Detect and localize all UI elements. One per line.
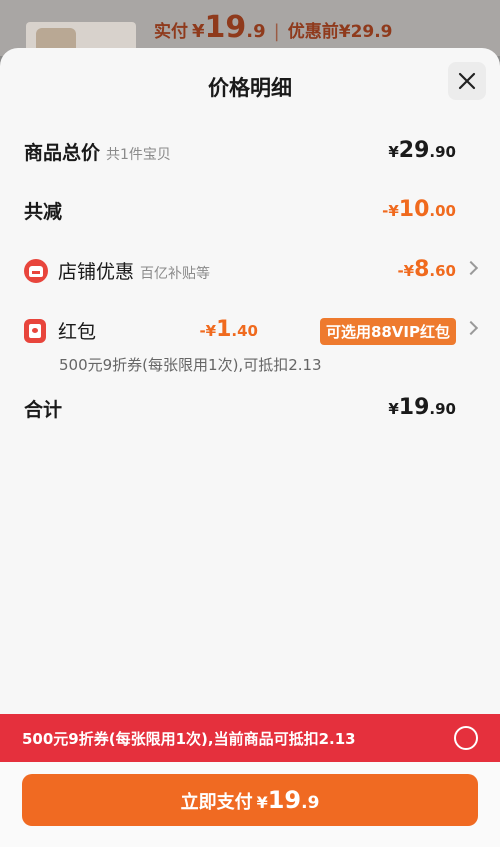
coupon-detail: 500元9折券(每张限用1次),可抵扣2.13 — [59, 356, 322, 374]
yen-symbol: ¥ — [192, 21, 205, 42]
product-total-amount: ¥29.90 — [388, 138, 456, 163]
reduction-amount: -¥ 10.00 — [382, 197, 456, 222]
row-sub: 百亿补贴等 — [140, 266, 211, 282]
before-discount-price: 优惠前¥29.9 — [287, 22, 393, 42]
red-packet-icon — [24, 319, 46, 343]
chevron-right-icon — [463, 320, 479, 336]
store-discount-amount: -¥ 8.60 — [397, 257, 456, 282]
chevron-right-icon — [463, 260, 479, 276]
paid-price-int: 19 — [204, 10, 247, 45]
close-button[interactable] — [448, 62, 486, 100]
pay-now-button[interactable]: 立即支付 ¥19.9 — [22, 774, 478, 826]
paid-label: 实付 — [154, 22, 188, 42]
top-price-summary: 实付 ¥ 19 .9 | 优惠前¥29.9 — [154, 10, 393, 45]
store-icon — [24, 259, 48, 283]
row-label: 商品总价 共1件宝贝 — [24, 142, 171, 164]
sum-amount: ¥19.90 — [388, 395, 456, 420]
red-packet-amount: -¥ 1.40 — [199, 317, 258, 342]
row-sum: 合计 ¥19.90 — [24, 395, 476, 425]
paid-price-dec: .9 — [246, 21, 266, 42]
row-total-reduction: 共减 -¥ 10.00 — [24, 197, 476, 227]
banner-text: 500元9折券(每张限用1次),当前商品可抵扣2.13 — [22, 730, 356, 748]
row-red-packet[interactable]: 红包 -¥ 1.40 可选用88VIP红包 — [24, 317, 479, 347]
row-sub: 共1件宝贝 — [106, 147, 171, 163]
row-label: 共减 — [24, 201, 63, 223]
row-product-total: 商品总价 共1件宝贝 ¥29.90 — [24, 138, 476, 168]
row-label: 合计 — [24, 399, 63, 421]
coupon-radio[interactable] — [454, 726, 478, 750]
close-icon — [458, 72, 476, 90]
coupon-banner[interactable]: 500元9折券(每张限用1次),当前商品可抵扣2.13 — [0, 714, 500, 762]
vip-red-packet-tag[interactable]: 可选用88VIP红包 — [319, 318, 456, 345]
row-store-discount[interactable]: 店铺优惠 百亿补贴等 -¥ 8.60 — [24, 257, 479, 287]
sheet-title: 价格明细 — [208, 76, 292, 100]
row-label: 店铺优惠 百亿补贴等 — [58, 261, 211, 283]
footer: 立即支付 ¥19.9 — [0, 762, 500, 847]
row-label: 红包 — [58, 321, 97, 343]
divider: | — [273, 21, 280, 42]
